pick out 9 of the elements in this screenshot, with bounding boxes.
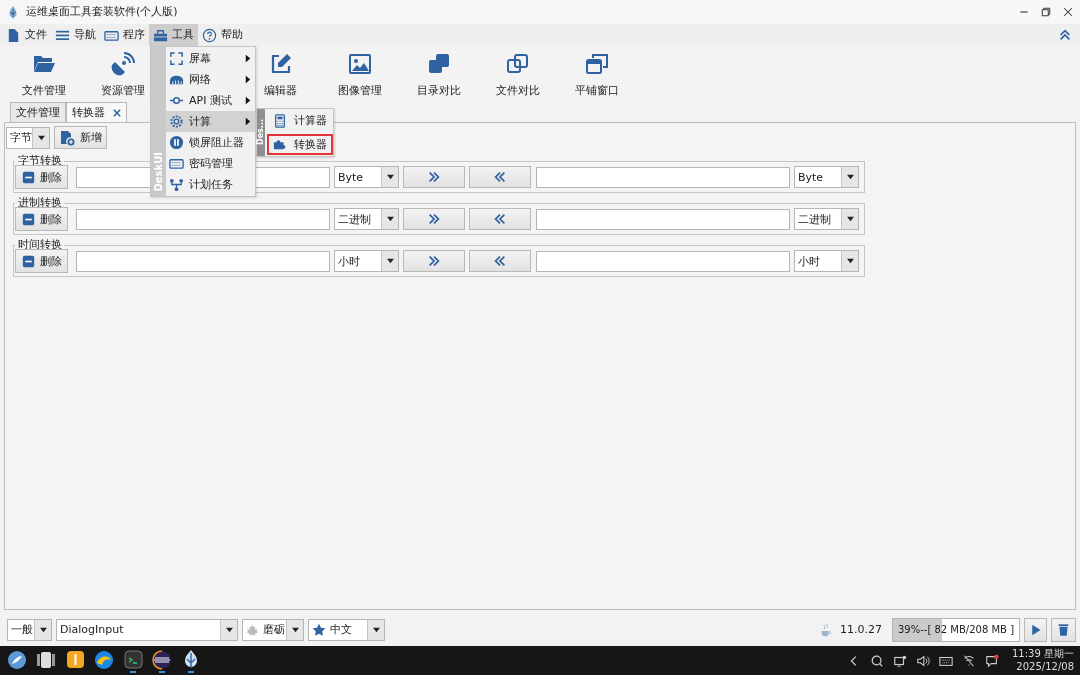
memory-reading: 39%--[ 82 MB/208 MB ] — [897, 624, 1015, 636]
menu-strip-label: Des... — [257, 118, 265, 145]
group-title: 字节转换 — [17, 155, 63, 168]
group-title: 时间转换 — [17, 239, 63, 252]
java-version: 11.0.27 — [840, 623, 882, 637]
group-title: 进制转换 — [17, 197, 63, 210]
clock-time: 11:39 星期一 — [1012, 648, 1074, 661]
window-title: 运维桌面工具套装软件(个人版) — [26, 5, 178, 19]
clock-date: 2025/12/08 — [1016, 660, 1074, 673]
